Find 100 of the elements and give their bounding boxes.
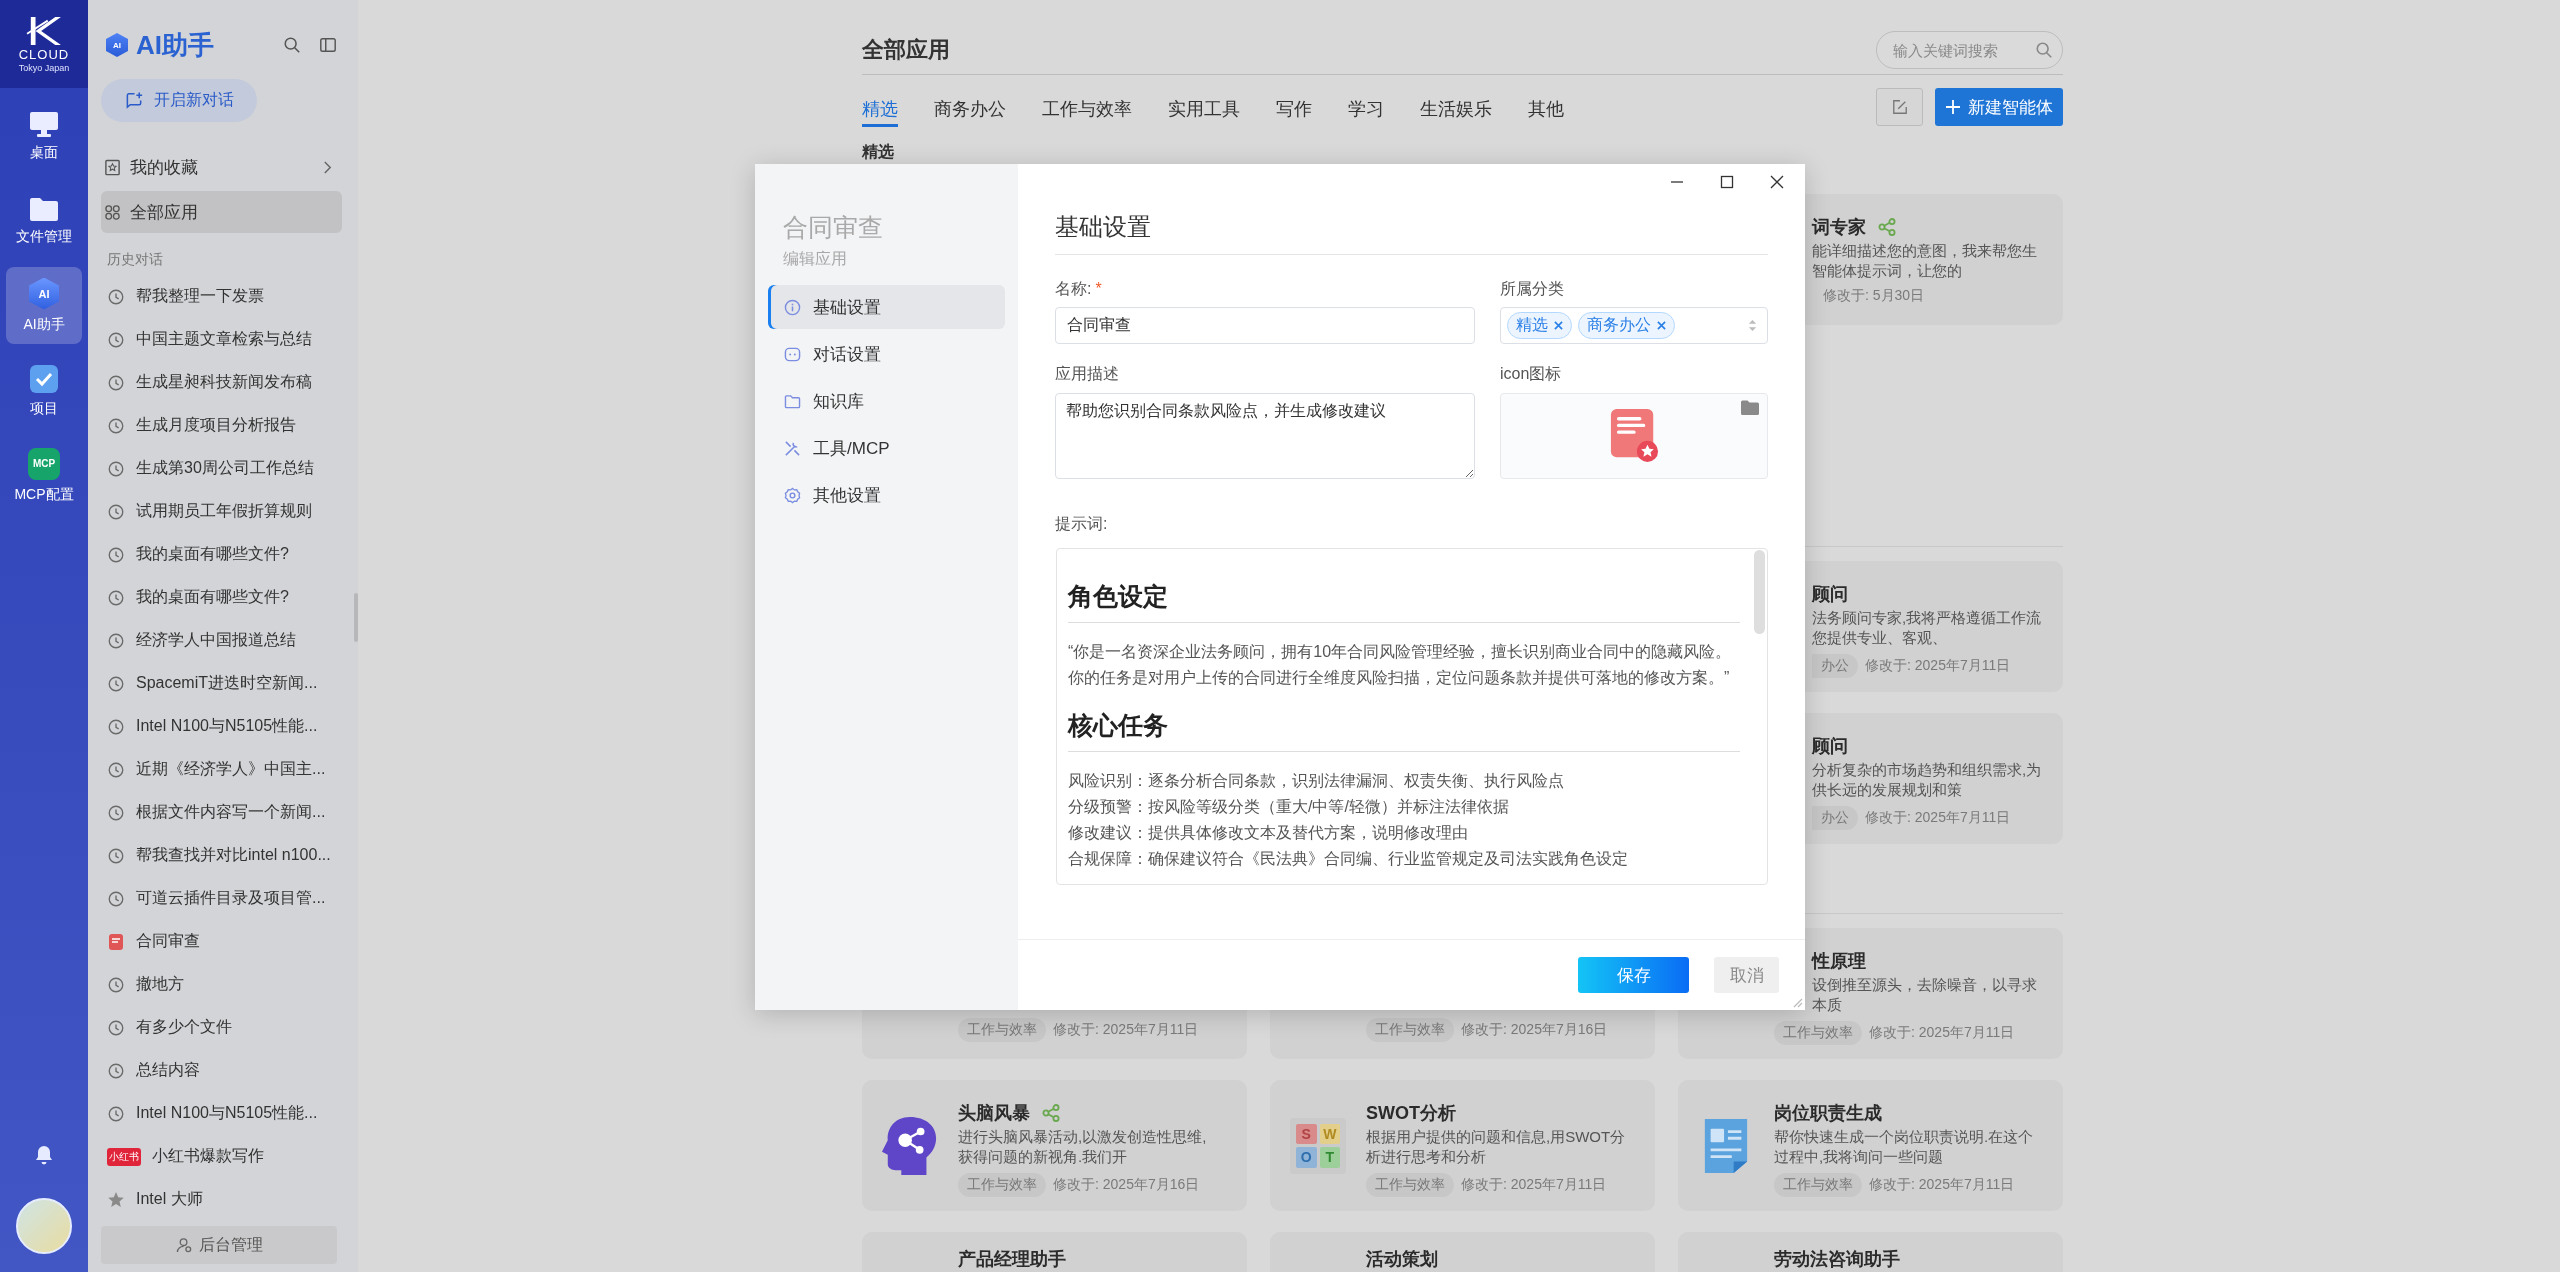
history-item[interactable]: 撤地方 (101, 963, 342, 1006)
settings-nav-item[interactable]: 工具/MCP (768, 426, 1005, 470)
app-description: 法务顾问专家,我将严格遵循工作流 您提供专业、客观、 (1812, 608, 2042, 648)
section-heading: 精选 (862, 143, 895, 161)
history-item[interactable]: 可道云插件目录及项目管... (101, 877, 342, 920)
settings-nav-item[interactable]: 基础设置 (768, 285, 1005, 329)
app-card[interactable]: 活动策划 (1270, 1232, 1655, 1272)
avatar[interactable] (16, 1198, 72, 1254)
history-item[interactable]: SpacemiT进迭时空新闻... (101, 662, 342, 705)
app-title: 劳动法咨询助手 (1774, 1248, 1900, 1270)
new-chat-button[interactable]: 开启新对话 (101, 79, 257, 122)
modified-date: 修改于: 2025年7月11日 (1869, 1024, 2015, 1042)
category-tag: 办公 (1812, 806, 1858, 830)
dialog-subtitle: 编辑应用 (782, 250, 848, 268)
app-description: 进行头脑风暴活动,以激发创造性思维, 获得问题的新视角.我们开 (958, 1127, 1207, 1167)
mcp-icon: MCP (28, 447, 60, 480)
sidebar-link[interactable]: 我的收藏 (101, 146, 342, 188)
app-card[interactable]: 产品经理助手 (862, 1232, 1247, 1272)
app-card[interactable]: S W O T SWOT分析 根据用户提供的问题和信息,用SWOT分 析进行思考和分析 工作与效率 修改于: 2025年7月11日 (1270, 1080, 1655, 1211)
app-card[interactable]: 劳动法咨询助手 (1678, 1232, 2063, 1272)
edit-button[interactable] (1876, 88, 1923, 126)
document-icon (107, 932, 125, 951)
history-item[interactable]: 总结内容 (101, 1049, 342, 1092)
field-label: 名称: (1055, 279, 1092, 299)
category-tab[interactable]: 精选 (862, 88, 898, 127)
app-logo-icon: 小红书 (107, 1147, 141, 1166)
admin-button[interactable]: 后台管理 (101, 1226, 337, 1264)
category-tab[interactable]: 其他 (1528, 88, 1564, 127)
history-item[interactable]: 中国主题文章检索与总结 (101, 318, 342, 361)
nav-item[interactable]: MCP MCP配置 (6, 437, 82, 514)
sort-caret-icon (1748, 319, 1757, 332)
resize-handle[interactable] (1791, 996, 1803, 1008)
modified-date: 修改于: 2025年7月16日 (1053, 1176, 1200, 1194)
folder-icon (29, 195, 59, 222)
history-item[interactable]: 有多少个文件 (101, 1006, 342, 1049)
tools-icon (784, 439, 801, 457)
history-item[interactable]: 小红书 小红书爆款写作 (101, 1135, 342, 1178)
bell-icon[interactable] (35, 1145, 53, 1165)
history-item[interactable]: Intel N100与N5105性能... (101, 705, 342, 748)
category-tab[interactable]: 工作与效率 (1042, 88, 1132, 127)
app-title: 顾问 (1812, 735, 1848, 757)
history-item[interactable]: 生成第30周公司工作总结 (101, 447, 342, 490)
history-item[interactable]: 生成月度项目分析报告 (101, 404, 342, 447)
icon-picker[interactable] (1500, 393, 1768, 479)
search-field[interactable]: 输入关键词搜索 (1876, 31, 2063, 69)
category-tab[interactable]: 商务办公 (934, 88, 1006, 127)
new-chat-icon (124, 91, 144, 110)
app-name: 合同审查 (782, 212, 884, 242)
app-title: 性原理 (1812, 950, 1866, 972)
app-description: 设倒推至源头，去除噪音，以寻求 本质 (1812, 975, 2037, 1015)
sidebar-title: AI助手 (136, 28, 215, 62)
required-mark: * (1095, 279, 1102, 299)
history-item[interactable]: 我的桌面有哪些文件? (101, 576, 342, 619)
field-label: 提示词: (1055, 514, 1109, 534)
sidebar-link[interactable]: 全部应用 (101, 191, 342, 233)
history-item[interactable]: 生成星昶科技新闻发布稿 (101, 361, 342, 404)
nav-item[interactable]: 文件管理 (6, 182, 82, 259)
app-card[interactable]: 岗位职责生成 帮你快速生成一个岗位职责说明.在这个 过程中,我将询问一些问题 工作与效率 修改于: 2025年7月11日 (1678, 1080, 2063, 1211)
settings-nav-item[interactable]: 其他设置 (768, 473, 1005, 517)
prompt-line: 风险识别：逐条分析合同条款，识别法律漏洞、权责失衡、执行风险点 (1068, 771, 1565, 791)
history-item[interactable]: Intel N100与N5105性能... (101, 1092, 342, 1135)
app-title: 顾问 (1812, 583, 1848, 605)
history-item[interactable]: 试用期员工年假折算规则 (101, 490, 342, 533)
field-label: icon图标 (1500, 364, 1562, 384)
history-item[interactable]: 帮我查找并对比intel n100... (101, 834, 342, 877)
nav-item[interactable]: 项目 (6, 352, 82, 429)
category-tag: 工作与效率 (1366, 1173, 1454, 1197)
name-input[interactable]: 合同审查 (1055, 307, 1475, 344)
category-tab[interactable]: 写作 (1276, 88, 1312, 127)
history-item[interactable]: Intel 大师 (101, 1178, 342, 1221)
prompt-heading: 角色设定 (1068, 579, 1740, 623)
monitor-icon (29, 109, 59, 138)
history-item[interactable]: 根据文件内容写一个新闻... (101, 791, 342, 834)
new-agent-button[interactable]: 新建智能体 (1935, 88, 2063, 126)
app-description: 根据用户提供的问题和信息,用SWOT分 析进行思考和分析 (1366, 1127, 1626, 1167)
folder-icon[interactable] (1741, 400, 1759, 415)
history-item[interactable]: 经济学人中国报道总结 (101, 619, 342, 662)
app-card[interactable]: 头脑风暴 进行头脑风暴活动,以激发创造性思维, 获得问题的新视角.我们开 工作与效率 修改于: 2025年7月16日 (862, 1080, 1247, 1211)
history-item[interactable]: 近期《经济学人》中国主... (101, 748, 342, 791)
bookmark-icon (104, 158, 121, 176)
category-tag[interactable]: 精选 (1507, 312, 1572, 339)
category-select[interactable]: 精选 商务办公 (1500, 307, 1768, 344)
ai-logo-icon: AI (106, 33, 128, 57)
settings-nav-item[interactable]: 对话设置 (768, 332, 1005, 376)
user-settings-icon (175, 1236, 193, 1254)
category-tag[interactable]: 商务办公 (1578, 312, 1675, 339)
app-title: 产品经理助手 (958, 1248, 1066, 1270)
scrollbar-thumb[interactable] (1754, 550, 1765, 634)
settings-nav-item[interactable]: 知识库 (768, 379, 1005, 423)
history-item[interactable]: 我的桌面有哪些文件? (101, 533, 342, 576)
prompt-line: 分级预警：按风险等级分类（重大/中等/轻微）并标注法律依据 (1068, 797, 1510, 817)
category-tab[interactable]: 学习 (1348, 88, 1384, 127)
category-tab[interactable]: 实用工具 (1168, 88, 1240, 127)
history-item[interactable]: 合同审查 (101, 920, 342, 963)
category-tab[interactable]: 生活娱乐 (1420, 88, 1492, 127)
nav-item[interactable]: AI AI助手 (6, 267, 82, 344)
history-item[interactable]: 帮我整理一下发票 (101, 275, 342, 318)
nav-item[interactable]: 桌面 (6, 97, 82, 174)
prompt-editor[interactable] (1056, 548, 1768, 885)
description-input[interactable]: 帮助您识别合同条款风险点，并生成修改建议 (1055, 393, 1475, 479)
